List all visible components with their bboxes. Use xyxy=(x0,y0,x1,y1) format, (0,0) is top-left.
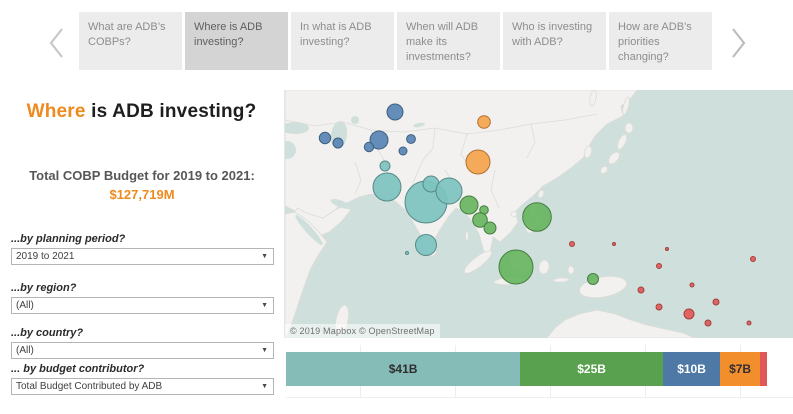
tab-strip: What are ADB’s COBPs? Where is ADB invest… xyxy=(79,12,712,70)
prev-story-chevron-icon[interactable] xyxy=(46,26,68,60)
next-story-chevron-icon[interactable] xyxy=(727,26,749,60)
bar-segment-2[interactable]: $25B xyxy=(520,352,663,386)
map-bubble-teal[interactable] xyxy=(435,177,463,205)
filter-label-planning-period: ...by planning period? xyxy=(11,233,126,245)
map-bubble-green[interactable] xyxy=(587,273,599,285)
filter-group-country: ...by country? (All) ▼ xyxy=(11,327,274,359)
map-bubble-green[interactable] xyxy=(522,202,552,232)
tab-priorities-changing[interactable]: How are ADB’s priorities changing? xyxy=(609,12,712,70)
total-budget-value: $127,719M xyxy=(109,186,175,202)
page-title-rest: is ADB investing? xyxy=(85,101,257,122)
asia-pacific-map[interactable] xyxy=(285,90,793,338)
budget-contributor-dropdown[interactable]: Total Budget Contributed by ADB ▼ xyxy=(11,378,274,395)
filter-label-country: ...by country? xyxy=(11,327,84,339)
tab-in-what-investing[interactable]: In what is ADB investing? xyxy=(291,12,394,70)
map-bubble-red[interactable] xyxy=(683,308,695,320)
planning-period-dropdown[interactable]: 2019 to 2021 ▼ xyxy=(11,248,274,265)
filter-group-budget-contributor: ... by budget contributor? Total Budget C… xyxy=(11,363,274,395)
filter-group-region: ...by region? (All) ▼ xyxy=(11,282,274,314)
dropdown-arrow-icon: ▼ xyxy=(261,347,268,354)
region-dropdown[interactable]: (All) ▼ xyxy=(11,297,274,314)
map-bubble-green[interactable] xyxy=(483,221,497,235)
map-bubble-red[interactable] xyxy=(750,256,756,262)
map-bubble-red[interactable] xyxy=(704,319,712,327)
dropdown-value: Total Budget Contributed by ADB xyxy=(16,381,163,392)
map-bubble-red[interactable] xyxy=(665,247,669,251)
bar-axis-line xyxy=(286,397,793,398)
budget-bar: $41B $25B $10B $7B xyxy=(286,352,767,386)
map-bubble-red[interactable] xyxy=(612,242,616,246)
dropdown-arrow-icon: ▼ xyxy=(261,383,268,390)
dropdown-arrow-icon: ▼ xyxy=(261,302,268,309)
dashboard: What are ADB’s COBPs? Where is ADB invest… xyxy=(0,0,793,414)
dropdown-value: (All) xyxy=(16,345,34,356)
dropdown-value: (All) xyxy=(16,300,34,311)
map-bubble-blue[interactable] xyxy=(332,137,344,149)
tab-who-investing[interactable]: Who is investing with ADB? xyxy=(503,12,606,70)
total-budget-text: Total COBP Budget for 2019 to 2021: $127… xyxy=(26,167,258,205)
map-bubble-orange[interactable] xyxy=(465,149,491,175)
map-bubble-teal[interactable] xyxy=(379,160,391,172)
map-bubble-orange[interactable] xyxy=(477,115,491,129)
page-title: Where is ADB investing? xyxy=(0,101,283,123)
map-bubble-red[interactable] xyxy=(637,286,645,294)
map-bubble-red[interactable] xyxy=(655,303,663,311)
map-bubble-green[interactable] xyxy=(459,195,479,215)
map-panel[interactable]: © 2019 Mapbox © OpenStreetMap xyxy=(284,90,793,338)
map-bubble-blue[interactable] xyxy=(398,146,408,156)
map-bubble-blue[interactable] xyxy=(318,131,332,145)
filter-label-budget-contributor: ... by budget contributor? xyxy=(11,363,145,375)
total-budget-prefix: Total COBP Budget for 2019 to 2021: xyxy=(29,168,255,183)
bar-segment-3[interactable]: $10B xyxy=(662,352,721,386)
page-title-highlight: Where xyxy=(26,101,86,122)
tab-where-investing[interactable]: Where is ADB investing? xyxy=(185,12,288,70)
map-bubble-blue[interactable] xyxy=(406,134,416,144)
map-bubble-red[interactable] xyxy=(746,320,752,326)
map-bubble-teal[interactable] xyxy=(372,172,402,202)
bar-segment-1[interactable]: $41B xyxy=(286,352,521,386)
country-dropdown[interactable]: (All) ▼ xyxy=(11,342,274,359)
map-bubble-teal[interactable] xyxy=(405,251,409,255)
tab-when-investments[interactable]: When will ADB make its investments? xyxy=(397,12,500,70)
dropdown-value: 2019 to 2021 xyxy=(16,251,75,262)
map-bubble-red[interactable] xyxy=(712,298,720,306)
tab-what-are-cobps[interactable]: What are ADB’s COBPs? xyxy=(79,12,182,70)
map-bubble-teal[interactable] xyxy=(415,234,437,256)
bar-segment-4[interactable]: $7B xyxy=(720,352,761,386)
filter-label-region: ...by region? xyxy=(11,282,77,294)
map-bubble-green[interactable] xyxy=(498,249,534,285)
bar-segment-5[interactable] xyxy=(760,352,767,386)
map-bubble-red[interactable] xyxy=(656,263,662,269)
filter-group-planning-period: ...by planning period? 2019 to 2021 ▼ xyxy=(11,233,274,265)
map-bubble-blue[interactable] xyxy=(363,141,375,153)
map-bubble-red[interactable] xyxy=(569,241,575,247)
dropdown-arrow-icon: ▼ xyxy=(261,253,268,260)
map-bubble-red[interactable] xyxy=(689,282,695,288)
map-attribution[interactable]: © 2019 Mapbox © OpenStreetMap xyxy=(285,324,440,338)
map-bubble-blue[interactable] xyxy=(386,103,404,121)
